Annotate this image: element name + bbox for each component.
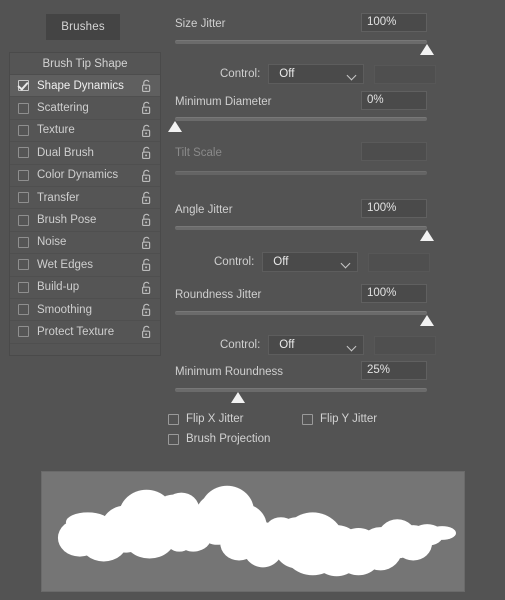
sidebar-item-dual-brush[interactable]: Dual Brush bbox=[10, 142, 160, 165]
value-size-jitter[interactable]: 100% bbox=[361, 13, 427, 32]
label-angle-jitter: Angle Jitter bbox=[175, 204, 233, 216]
control-extra-field-angle-jitter[interactable] bbox=[368, 252, 431, 272]
label-control-roundness-jitter: Control: bbox=[220, 339, 261, 351]
slider-tilt-scale bbox=[175, 171, 427, 187]
sidebar-item-protect-texture[interactable]: Protect Texture bbox=[10, 321, 160, 344]
slider-track bbox=[175, 226, 427, 230]
chevron-down-icon bbox=[340, 258, 351, 269]
label-brush-projection: Brush Projection bbox=[186, 433, 271, 445]
sidebar-item-transfer[interactable]: Transfer bbox=[10, 187, 160, 210]
lock-icon[interactable] bbox=[140, 236, 153, 250]
label-tilt-scale: Tilt Scale bbox=[175, 147, 222, 159]
checkbox-color-dynamics[interactable] bbox=[18, 169, 29, 181]
checkbox-smoothing[interactable] bbox=[18, 304, 29, 316]
dropdown-value: Off bbox=[279, 68, 295, 80]
slider-thumb[interactable] bbox=[231, 392, 245, 403]
checkbox-row-flip-y-jitter[interactable]: Flip Y Jitter bbox=[302, 413, 377, 425]
checkbox-scattering[interactable] bbox=[18, 102, 29, 114]
control-extra-field-roundness-jitter[interactable] bbox=[374, 335, 437, 355]
sidebar-item-noise[interactable]: Noise bbox=[10, 232, 160, 255]
brush-stroke-preview bbox=[41, 471, 465, 592]
label-control-size-jitter: Control: bbox=[220, 68, 261, 80]
lock-icon[interactable] bbox=[140, 281, 153, 295]
value-minimum-roundness[interactable]: 25% bbox=[361, 361, 427, 380]
dropdown-control-roundness-jitter[interactable]: Off bbox=[268, 335, 365, 355]
slider-thumb[interactable] bbox=[420, 230, 434, 241]
lock-icon[interactable] bbox=[140, 325, 153, 339]
slider-angle-jitter[interactable] bbox=[175, 226, 434, 242]
label-control-angle-jitter: Control: bbox=[214, 256, 255, 268]
label-flip-y-jitter: Flip Y Jitter bbox=[320, 413, 378, 425]
slider-track bbox=[175, 311, 427, 315]
checkbox-dual-brush[interactable] bbox=[18, 147, 29, 159]
checkbox-build-up[interactable] bbox=[18, 281, 29, 293]
lock-icon[interactable] bbox=[140, 303, 153, 317]
control-extra-field-size-jitter[interactable] bbox=[374, 64, 437, 84]
slider-track bbox=[175, 388, 427, 392]
chevron-down-icon bbox=[346, 70, 357, 81]
value-angle-jitter[interactable]: 100% bbox=[361, 199, 427, 218]
lock-icon[interactable] bbox=[140, 79, 153, 93]
tab-brushes[interactable]: Brushes bbox=[46, 14, 120, 40]
checkbox-noise[interactable] bbox=[18, 236, 29, 248]
brush-stroke-graphic bbox=[57, 485, 457, 577]
label-minimum-diameter: Minimum Diameter bbox=[175, 96, 272, 108]
slider-thumb[interactable] bbox=[420, 315, 434, 326]
dropdown-value: Off bbox=[273, 256, 289, 268]
control-row-angle-jitter: Control: Off bbox=[214, 252, 431, 272]
sidebar-item-color-dynamics[interactable]: Color Dynamics bbox=[10, 165, 160, 187]
label-size-jitter: Size Jitter bbox=[175, 18, 226, 30]
slider-minimum-diameter[interactable] bbox=[168, 117, 427, 133]
checkbox-brush-pose[interactable] bbox=[18, 214, 29, 226]
checkbox-flip-x-jitter[interactable] bbox=[168, 413, 179, 425]
slider-track bbox=[175, 171, 427, 175]
control-row-size-jitter: Control: Off bbox=[220, 64, 437, 84]
control-row-roundness-jitter: Control: Off bbox=[220, 335, 437, 355]
dropdown-value: Off bbox=[279, 339, 295, 351]
lock-icon[interactable] bbox=[140, 258, 153, 272]
lock-icon[interactable] bbox=[140, 169, 153, 183]
slider-thumb[interactable] bbox=[168, 121, 182, 132]
lock-icon[interactable] bbox=[140, 101, 153, 115]
sidebar-item-scattering[interactable]: Scattering bbox=[10, 97, 160, 120]
lock-icon[interactable] bbox=[140, 146, 153, 160]
checkbox-brush-projection[interactable] bbox=[168, 433, 179, 445]
brush-settings-panel: Brushes Brush Tip Shape Shape Dynamics S… bbox=[0, 0, 505, 600]
lock-icon[interactable] bbox=[140, 124, 153, 138]
checkbox-shape-dynamics[interactable] bbox=[18, 80, 29, 92]
lock-icon[interactable] bbox=[140, 191, 153, 205]
checkbox-protect-texture[interactable] bbox=[18, 326, 29, 338]
value-minimum-diameter[interactable]: 0% bbox=[361, 91, 427, 110]
checkbox-row-flip-x-jitter[interactable]: Flip X Jitter bbox=[168, 413, 244, 425]
slider-size-jitter[interactable] bbox=[175, 40, 434, 56]
label-minimum-roundness: Minimum Roundness bbox=[175, 366, 284, 378]
slider-track bbox=[175, 117, 427, 121]
checkbox-transfer[interactable] bbox=[18, 192, 29, 204]
dropdown-control-size-jitter[interactable]: Off bbox=[268, 64, 365, 84]
slider-track bbox=[175, 40, 427, 44]
brush-preset-sidebar: Brush Tip Shape Shape Dynamics Scatterin… bbox=[9, 52, 161, 356]
sidebar-item-smoothing[interactable]: Smoothing bbox=[10, 299, 160, 322]
sidebar-item-build-up[interactable]: Build-up bbox=[10, 277, 160, 299]
label-roundness-jitter: Roundness Jitter bbox=[175, 289, 262, 301]
checkbox-texture[interactable] bbox=[18, 124, 29, 136]
label-flip-x-jitter: Flip X Jitter bbox=[186, 413, 244, 425]
sidebar-item-brush-pose[interactable]: Brush Pose bbox=[10, 209, 160, 232]
slider-roundness-jitter[interactable] bbox=[175, 311, 434, 327]
sidebar-item-texture[interactable]: Texture bbox=[10, 120, 160, 143]
checkbox-row-brush-projection[interactable]: Brush Projection bbox=[168, 433, 270, 445]
slider-thumb[interactable] bbox=[420, 44, 434, 55]
sidebar-item-shape-dynamics[interactable]: Shape Dynamics bbox=[10, 75, 160, 98]
value-roundness-jitter[interactable]: 100% bbox=[361, 284, 427, 303]
slider-minimum-roundness[interactable] bbox=[175, 388, 427, 404]
lock-icon[interactable] bbox=[140, 213, 153, 227]
value-tilt-scale bbox=[361, 142, 427, 161]
sidebar-item-wet-edges[interactable]: Wet Edges bbox=[10, 254, 160, 277]
checkbox-flip-y-jitter[interactable] bbox=[302, 413, 313, 425]
checkbox-wet-edges[interactable] bbox=[18, 259, 29, 271]
dropdown-control-angle-jitter[interactable]: Off bbox=[262, 252, 359, 272]
sidebar-header-brush-tip-shape[interactable]: Brush Tip Shape bbox=[10, 53, 160, 75]
chevron-down-icon bbox=[346, 341, 357, 352]
